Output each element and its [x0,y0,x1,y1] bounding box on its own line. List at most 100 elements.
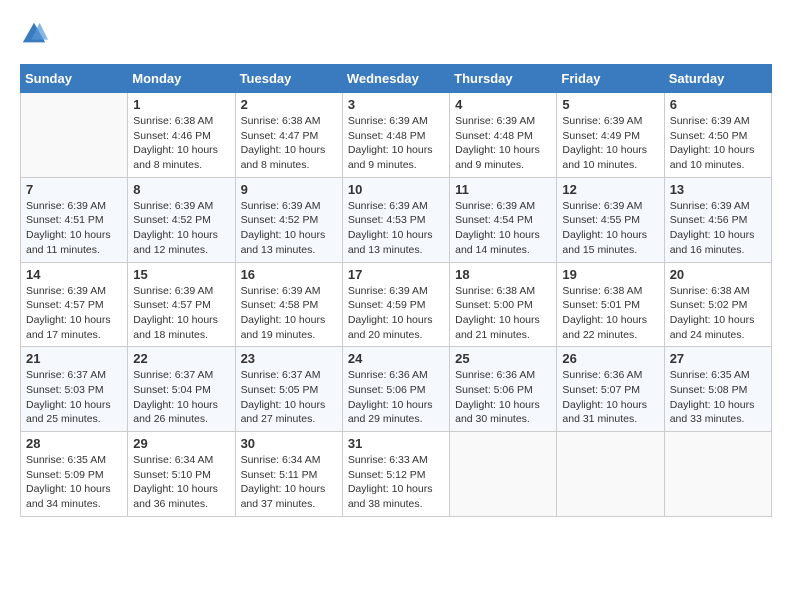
day-info: Sunrise: 6:39 AM Sunset: 4:54 PM Dayligh… [455,199,551,258]
day-number: 28 [26,436,122,451]
calendar-cell: 10 Sunrise: 6:39 AM Sunset: 4:53 PM Dayli… [342,177,449,262]
day-info: Sunrise: 6:39 AM Sunset: 4:52 PM Dayligh… [241,199,337,258]
day-info: Sunrise: 6:33 AM Sunset: 5:12 PM Dayligh… [348,453,444,512]
page-header [20,20,772,48]
day-info: Sunrise: 6:39 AM Sunset: 4:51 PM Dayligh… [26,199,122,258]
calendar-cell: 7 Sunrise: 6:39 AM Sunset: 4:51 PM Daylig… [21,177,128,262]
day-number: 12 [562,182,658,197]
day-info: Sunrise: 6:35 AM Sunset: 5:08 PM Dayligh… [670,368,766,427]
day-info: Sunrise: 6:39 AM Sunset: 4:49 PM Dayligh… [562,114,658,173]
calendar-week-row: 14 Sunrise: 6:39 AM Sunset: 4:57 PM Dayli… [21,262,772,347]
day-number: 13 [670,182,766,197]
day-info: Sunrise: 6:39 AM Sunset: 4:59 PM Dayligh… [348,284,444,343]
calendar-cell [21,93,128,178]
calendar-cell: 19Sunrise: 6:38 AM Sunset: 5:01 PM Dayli… [557,262,664,347]
day-number: 3 [348,97,444,112]
day-number: 6 [670,97,766,112]
day-number: 24 [348,351,444,366]
calendar-cell: 24Sunrise: 6:36 AM Sunset: 5:06 PM Dayli… [342,347,449,432]
day-info: Sunrise: 6:39 AM Sunset: 4:52 PM Dayligh… [133,199,229,258]
calendar-cell [557,432,664,517]
logo [20,20,52,48]
calendar-week-row: 21 Sunrise: 6:37 AM Sunset: 5:03 PM Dayli… [21,347,772,432]
day-number: 27 [670,351,766,366]
calendar-cell: 16 Sunrise: 6:39 AM Sunset: 4:58 PM Dayli… [235,262,342,347]
day-number: 7 [26,182,122,197]
calendar-cell: 1 Sunrise: 6:38 AM Sunset: 4:46 PM Daylig… [128,93,235,178]
day-number: 10 [348,182,444,197]
day-number: 23 [241,351,337,366]
day-info: Sunrise: 6:35 AM Sunset: 5:09 PM Dayligh… [26,453,122,512]
day-number: 22 [133,351,229,366]
day-number: 5 [562,97,658,112]
day-number: 2 [241,97,337,112]
calendar-cell: 8 Sunrise: 6:39 AM Sunset: 4:52 PM Daylig… [128,177,235,262]
day-number: 30 [241,436,337,451]
col-header-tuesday: Tuesday [235,65,342,93]
calendar-cell: 3Sunrise: 6:39 AM Sunset: 4:48 PM Daylig… [342,93,449,178]
calendar-cell: 27 Sunrise: 6:35 AM Sunset: 5:08 PM Dayli… [664,347,771,432]
col-header-sunday: Sunday [21,65,128,93]
day-number: 11 [455,182,551,197]
calendar-cell: 12Sunrise: 6:39 AM Sunset: 4:55 PM Dayli… [557,177,664,262]
day-info: Sunrise: 6:38 AM Sunset: 4:46 PM Dayligh… [133,114,229,173]
day-info: Sunrise: 6:38 AM Sunset: 5:02 PM Dayligh… [670,284,766,343]
day-info: Sunrise: 6:37 AM Sunset: 5:04 PM Dayligh… [133,368,229,427]
calendar-cell: 4Sunrise: 6:39 AM Sunset: 4:48 PM Daylig… [450,93,557,178]
day-info: Sunrise: 6:39 AM Sunset: 4:57 PM Dayligh… [133,284,229,343]
calendar-cell [664,432,771,517]
calendar-cell [450,432,557,517]
calendar-cell: 9 Sunrise: 6:39 AM Sunset: 4:52 PM Daylig… [235,177,342,262]
day-number: 17 [348,267,444,282]
calendar-cell: 21 Sunrise: 6:37 AM Sunset: 5:03 PM Dayli… [21,347,128,432]
calendar-cell: 6 Sunrise: 6:39 AM Sunset: 4:50 PM Daylig… [664,93,771,178]
day-info: Sunrise: 6:38 AM Sunset: 4:47 PM Dayligh… [241,114,337,173]
day-info: Sunrise: 6:36 AM Sunset: 5:07 PM Dayligh… [562,368,658,427]
calendar-cell: 5 Sunrise: 6:39 AM Sunset: 4:49 PM Daylig… [557,93,664,178]
day-info: Sunrise: 6:37 AM Sunset: 5:05 PM Dayligh… [241,368,337,427]
calendar-cell: 2 Sunrise: 6:38 AM Sunset: 4:47 PM Daylig… [235,93,342,178]
calendar-cell: 15 Sunrise: 6:39 AM Sunset: 4:57 PM Dayli… [128,262,235,347]
day-info: Sunrise: 6:34 AM Sunset: 5:11 PM Dayligh… [241,453,337,512]
day-number: 15 [133,267,229,282]
day-info: Sunrise: 6:37 AM Sunset: 5:03 PM Dayligh… [26,368,122,427]
calendar-week-row: 7 Sunrise: 6:39 AM Sunset: 4:51 PM Daylig… [21,177,772,262]
day-number: 29 [133,436,229,451]
col-header-wednesday: Wednesday [342,65,449,93]
day-number: 21 [26,351,122,366]
calendar-table: SundayMondayTuesdayWednesdayThursdayFrid… [20,64,772,517]
calendar-cell: 29 Sunrise: 6:34 AM Sunset: 5:10 PM Dayli… [128,432,235,517]
calendar-cell: 20 Sunrise: 6:38 AM Sunset: 5:02 PM Dayli… [664,262,771,347]
day-info: Sunrise: 6:39 AM Sunset: 4:50 PM Dayligh… [670,114,766,173]
calendar-cell: 25 Sunrise: 6:36 AM Sunset: 5:06 PM Dayli… [450,347,557,432]
calendar-week-row: 1 Sunrise: 6:38 AM Sunset: 4:46 PM Daylig… [21,93,772,178]
day-info: Sunrise: 6:36 AM Sunset: 5:06 PM Dayligh… [455,368,551,427]
col-header-thursday: Thursday [450,65,557,93]
day-info: Sunrise: 6:39 AM Sunset: 4:58 PM Dayligh… [241,284,337,343]
day-info: Sunrise: 6:39 AM Sunset: 4:56 PM Dayligh… [670,199,766,258]
calendar-cell: 31 Sunrise: 6:33 AM Sunset: 5:12 PM Dayli… [342,432,449,517]
calendar-header-row: SundayMondayTuesdayWednesdayThursdayFrid… [21,65,772,93]
day-number: 14 [26,267,122,282]
day-number: 20 [670,267,766,282]
calendar-cell: 11 Sunrise: 6:39 AM Sunset: 4:54 PM Dayli… [450,177,557,262]
day-info: Sunrise: 6:34 AM Sunset: 5:10 PM Dayligh… [133,453,229,512]
col-header-saturday: Saturday [664,65,771,93]
day-number: 31 [348,436,444,451]
day-number: 18 [455,267,551,282]
day-info: Sunrise: 6:39 AM Sunset: 4:57 PM Dayligh… [26,284,122,343]
day-number: 9 [241,182,337,197]
calendar-cell: 22 Sunrise: 6:37 AM Sunset: 5:04 PM Dayli… [128,347,235,432]
day-number: 8 [133,182,229,197]
day-info: Sunrise: 6:39 AM Sunset: 4:48 PM Dayligh… [455,114,551,173]
calendar-week-row: 28 Sunrise: 6:35 AM Sunset: 5:09 PM Dayli… [21,432,772,517]
day-number: 16 [241,267,337,282]
day-info: Sunrise: 6:39 AM Sunset: 4:53 PM Dayligh… [348,199,444,258]
day-number: 25 [455,351,551,366]
calendar-cell: 13 Sunrise: 6:39 AM Sunset: 4:56 PM Dayli… [664,177,771,262]
calendar-cell: 14 Sunrise: 6:39 AM Sunset: 4:57 PM Dayli… [21,262,128,347]
day-number: 1 [133,97,229,112]
calendar-cell: 17 Sunrise: 6:39 AM Sunset: 4:59 PM Dayli… [342,262,449,347]
calendar-cell: 18Sunrise: 6:38 AM Sunset: 5:00 PM Dayli… [450,262,557,347]
calendar-cell: 23 Sunrise: 6:37 AM Sunset: 5:05 PM Dayli… [235,347,342,432]
